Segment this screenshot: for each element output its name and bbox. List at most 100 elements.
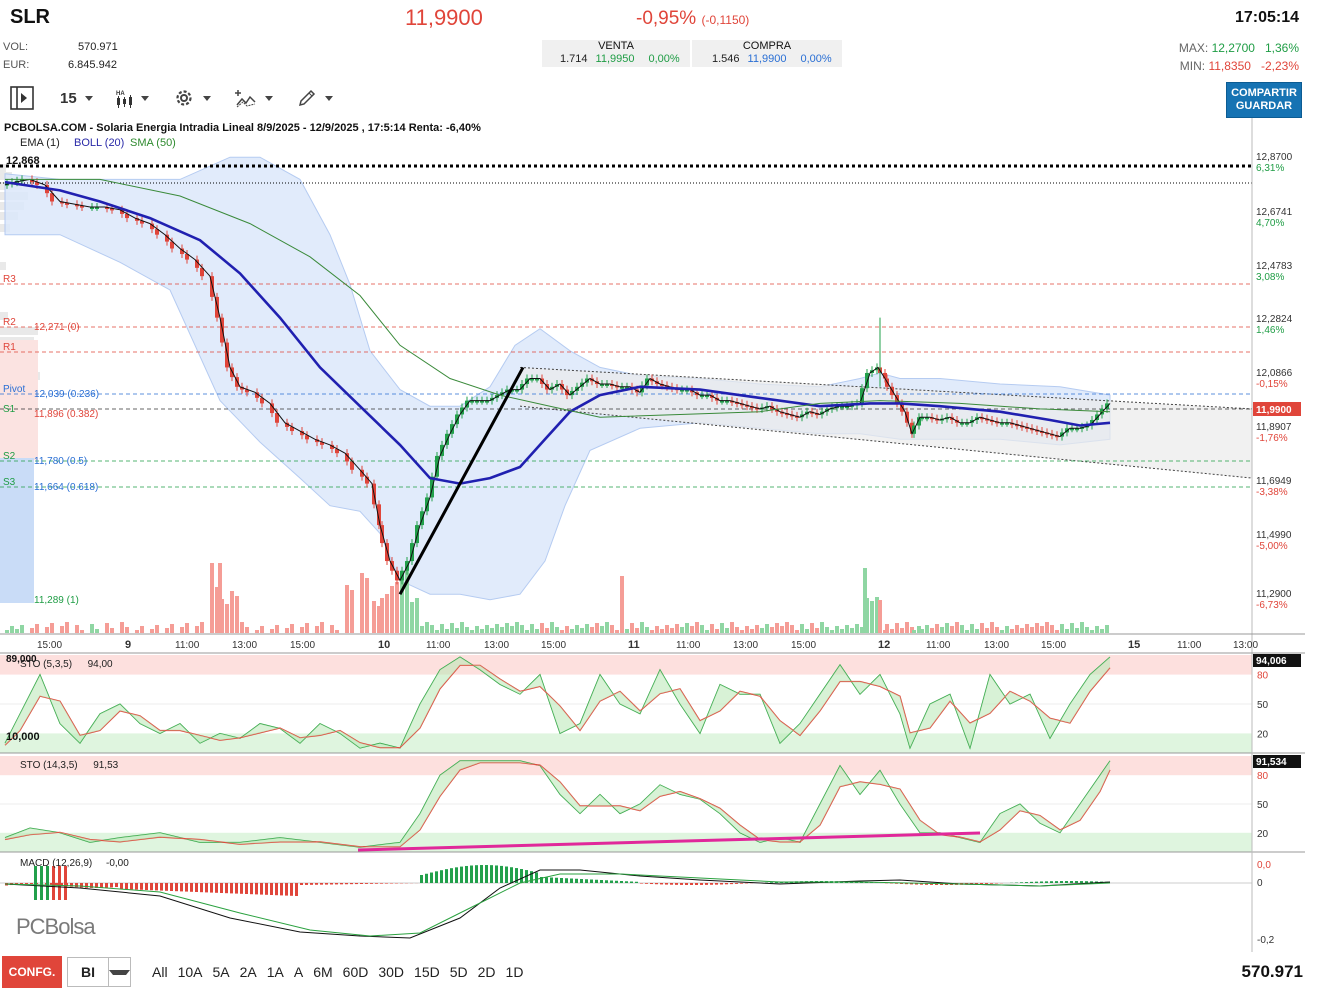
settings-select[interactable] — [169, 85, 215, 111]
macd-hist-bar — [585, 879, 588, 883]
volume-bar — [520, 625, 524, 633]
macd-hist-bar — [420, 875, 423, 883]
range-2d[interactable]: 2D — [473, 964, 501, 980]
volume-bar — [550, 622, 554, 633]
volume-bar — [300, 627, 304, 633]
pivot-label: Pivot — [3, 384, 25, 395]
macd-hist-bar — [1075, 881, 1078, 883]
volume-bar — [395, 582, 399, 633]
macd-hist-bar — [1055, 881, 1058, 883]
volume-bar — [210, 563, 214, 633]
volume-bar — [575, 625, 579, 633]
volume-bar — [685, 623, 689, 633]
macd-hist-bar — [305, 883, 308, 885]
volume-bar — [620, 576, 624, 633]
macd-hist-bar — [265, 883, 268, 895]
config-button[interactable]: CONFG. — [2, 956, 62, 988]
macd-hist-bar — [30, 883, 33, 885]
range-30d[interactable]: 30D — [373, 964, 409, 980]
play-panel-button[interactable] — [6, 85, 38, 111]
macd-hist-bar — [200, 883, 203, 893]
interval-select[interactable]: 15 — [56, 85, 97, 111]
volume-bar — [855, 624, 859, 633]
macd-label: MACD (12,26,9) — [20, 858, 92, 869]
macd-hist-bar — [655, 883, 658, 885]
chevron-down-icon — [109, 969, 130, 975]
candle-type-select[interactable]: HA — [111, 85, 153, 111]
price-axis-value: 12,2824 — [1256, 314, 1293, 325]
sto-level: 80 — [1257, 671, 1269, 682]
range-5a[interactable]: 5A — [207, 964, 234, 980]
chevron-down-icon — [140, 95, 149, 101]
volume-bar — [350, 590, 354, 633]
volume-bar — [345, 585, 349, 633]
volume-bar — [650, 630, 654, 633]
volume-bar — [110, 628, 114, 633]
macd-hist-bar — [370, 883, 373, 884]
volume-bar — [820, 622, 824, 633]
chart-canvas[interactable]: PCBOLSA.COM - Solaria Energia Intradia L… — [0, 118, 1317, 954]
volume-bar — [595, 623, 599, 633]
macd-hist-bar — [600, 880, 603, 883]
volume-bar — [490, 628, 494, 633]
volume-bar — [1010, 629, 1014, 633]
macd-hist-bar — [335, 883, 338, 885]
range-all[interactable]: All — [147, 964, 173, 980]
price-axis-pct: 4,70% — [1256, 218, 1284, 229]
range-6m[interactable]: 6M — [308, 964, 337, 980]
venta-title: VENTA — [598, 40, 634, 52]
indicators-icon — [234, 90, 256, 108]
volume-bar — [495, 624, 499, 633]
volume-bar — [945, 623, 949, 633]
volume-bar — [655, 626, 659, 633]
venta-price: 11,9950 — [595, 53, 635, 65]
volume-bar — [1015, 625, 1019, 633]
sto-fast-panel: STO (5,3,5) 94,0080502094,006 — [0, 654, 1305, 754]
range-2a[interactable]: 2A — [235, 964, 262, 980]
drawing-select[interactable] — [293, 85, 337, 111]
volume-bar — [695, 622, 699, 633]
volume-bar — [95, 629, 99, 633]
range-1d[interactable]: 1D — [501, 964, 529, 980]
volume-bar — [240, 622, 244, 633]
volume-bar — [540, 623, 544, 633]
macd-hist-bar — [235, 883, 238, 894]
time-axis-label: 13:00 — [733, 640, 758, 651]
range-a[interactable]: A — [289, 964, 308, 980]
volume-bar — [260, 626, 264, 633]
price-axis-pct: -1,76% — [1256, 433, 1288, 444]
macd-hist-bar — [1020, 882, 1023, 883]
time-axis-label: 13:00 — [484, 640, 509, 651]
range-10a[interactable]: 10A — [173, 964, 208, 980]
price-axis-value: 12,4783 — [1256, 261, 1293, 272]
min-value: 11,8350 — [1208, 59, 1251, 73]
macd-hist-bar — [280, 883, 283, 896]
venta-box: VENTA 1.714 11,9950 0,00% — [542, 40, 690, 67]
volume-bar — [775, 623, 779, 633]
macd-hist-bar — [480, 865, 483, 883]
indicators-select[interactable] — [231, 85, 277, 111]
price-axis-pct: 3,08% — [1256, 272, 1284, 283]
volume-bar — [1075, 628, 1079, 633]
range-5d[interactable]: 5D — [445, 964, 473, 980]
volume-bar — [65, 622, 69, 633]
volume-bar — [955, 622, 959, 633]
macd-hist-bar — [225, 883, 228, 894]
macd-hist-bar — [1045, 881, 1048, 883]
volume-bar — [895, 623, 899, 633]
volume-total: 570.971 — [1241, 962, 1303, 981]
macd-hist-bar — [150, 883, 153, 891]
volume-bar — [450, 623, 454, 633]
share-save-button[interactable]: COMPARTIR GUARDAR — [1226, 82, 1302, 118]
eur-label: EUR: — [3, 59, 30, 71]
range-60d[interactable]: 60D — [338, 964, 374, 980]
volume-bar — [805, 629, 809, 633]
range-1a[interactable]: 1A — [262, 964, 289, 980]
volume-bar — [1035, 623, 1039, 633]
time-axis-label: 13:00 — [1233, 640, 1258, 651]
volume-bar — [230, 591, 234, 633]
time-axis-label: 11 — [628, 639, 640, 651]
macd-hist-bar — [145, 883, 148, 890]
range-15d[interactable]: 15D — [409, 964, 445, 980]
mode-select[interactable]: BI — [67, 957, 131, 987]
